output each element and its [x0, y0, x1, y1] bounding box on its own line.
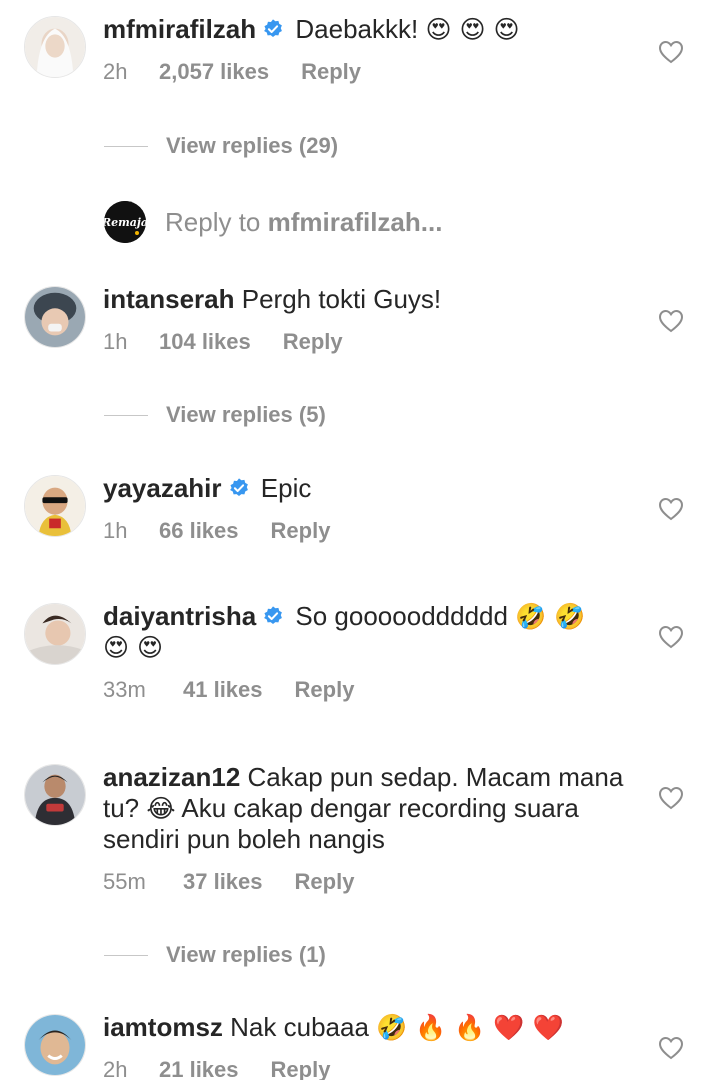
view-replies-button[interactable]: View replies (1) — [104, 940, 504, 970]
comment-text: iamtomsz Nak cubaaa 🤣 🔥 🔥 ❤️ ❤️ — [103, 1012, 633, 1043]
divider-line — [104, 146, 148, 147]
likes-count[interactable]: 66 likes — [159, 518, 239, 544]
rofl-emoji: 🤣 🤣 — [515, 602, 586, 631]
comment-body: Epic — [260, 473, 312, 503]
reply-button[interactable]: Reply — [295, 869, 355, 895]
joy-emoji: 😂 — [146, 794, 176, 823]
comment-text: anazizan12 Cakap pun sedap. Macam mana t… — [103, 762, 633, 855]
heart-outline-icon[interactable] — [658, 497, 684, 521]
timestamp: 2h — [103, 1057, 128, 1080]
comment-text: intanserah Pergh tokti Guys! — [103, 284, 633, 315]
username[interactable]: daiyantrisha — [103, 601, 256, 631]
comment-text: mfmirafilzah Daebakkk! 😍 😍 😍 — [103, 14, 633, 45]
comment-meta: 55m 37 likes Reply — [103, 869, 633, 895]
view-replies-button[interactable]: View replies (5) — [104, 400, 504, 430]
verified-badge-icon — [264, 19, 283, 37]
heart-outline-icon[interactable] — [658, 309, 684, 333]
avatar[interactable] — [24, 1014, 86, 1076]
comment-meta: 2h 2,057 likes Reply — [103, 59, 633, 85]
comment-text: yayazahir Epic — [103, 473, 633, 504]
view-replies-label[interactable]: View replies (1) — [166, 940, 326, 970]
timestamp: 2h — [103, 59, 128, 84]
username[interactable]: iamtomsz — [103, 1012, 223, 1042]
view-replies-label[interactable]: View replies (5) — [166, 400, 326, 430]
likes-count[interactable]: 104 likes — [159, 329, 251, 355]
reply-to-prompt[interactable]: Reply to mfmirafilzah... — [165, 207, 442, 237]
mini-avatar-text: Remaja — [104, 216, 146, 229]
reply-button[interactable]: Reply — [301, 59, 361, 85]
username[interactable]: yayazahir — [103, 473, 222, 503]
username[interactable]: intanserah — [103, 284, 235, 314]
likes-count[interactable]: 37 likes — [183, 869, 263, 895]
divider-line — [104, 415, 148, 416]
heart-eyes-emoji: 😍 😍 😍 — [425, 15, 520, 44]
likes-count[interactable]: 41 likes — [183, 677, 263, 703]
verified-badge-icon — [229, 478, 248, 496]
avatar[interactable] — [24, 16, 86, 78]
reply-to-target: mfmirafilzah... — [267, 207, 443, 237]
timestamp: 55m — [103, 869, 146, 894]
comment-body: So gooooodddddd — [295, 601, 508, 631]
likes-count[interactable]: 2,057 likes — [159, 59, 269, 85]
rofl-fire-heart-emojis: 🤣 🔥 🔥 ❤️ ❤️ — [376, 1013, 564, 1042]
comment-body: Pergh tokti Guys! — [241, 284, 442, 314]
avatar[interactable] — [24, 475, 86, 537]
heart-outline-icon[interactable] — [658, 786, 684, 810]
avatar[interactable] — [24, 603, 86, 665]
comment-body: Nak cubaaa — [230, 1012, 369, 1042]
heart-outline-icon[interactable] — [658, 1036, 684, 1060]
likes-count[interactable]: 21 likes — [159, 1057, 239, 1080]
comment-meta: 2h 21 likes Reply — [103, 1057, 633, 1080]
comment-text: daiyantrisha So gooooodddddd 🤣 🤣 😍 😍 — [103, 601, 633, 663]
verified-badge-icon — [264, 606, 283, 624]
reply-to-prefix: Reply to — [165, 207, 261, 237]
timestamp: 1h — [103, 329, 128, 354]
comment-meta: 1h 104 likes Reply — [103, 329, 633, 355]
reply-button[interactable]: Reply — [295, 677, 355, 703]
avatar[interactable] — [24, 286, 86, 348]
comment-body: Daebakkk! — [295, 14, 419, 44]
reply-button[interactable]: Reply — [283, 329, 343, 355]
heart-eyes-emoji: 😍 😍 — [103, 633, 164, 662]
username[interactable]: anazizan12 — [103, 762, 240, 792]
divider-line — [104, 955, 148, 956]
current-user-avatar: Remaja — [104, 201, 146, 243]
comment-meta: 1h 66 likes Reply — [103, 518, 633, 544]
reply-compose[interactable]: Remaja Reply to mfmirafilzah... — [104, 201, 604, 243]
comment-meta: 33m 41 likes Reply — [103, 677, 633, 703]
timestamp: 33m — [103, 677, 146, 702]
reply-button[interactable]: Reply — [271, 518, 331, 544]
username[interactable]: mfmirafilzah — [103, 14, 256, 44]
view-replies-button[interactable]: View replies (29) — [104, 131, 504, 161]
avatar[interactable] — [24, 764, 86, 826]
reply-button[interactable]: Reply — [271, 1057, 331, 1080]
timestamp: 1h — [103, 518, 128, 543]
heart-outline-icon[interactable] — [658, 40, 684, 64]
view-replies-label[interactable]: View replies (29) — [166, 131, 338, 161]
heart-outline-icon[interactable] — [658, 625, 684, 649]
